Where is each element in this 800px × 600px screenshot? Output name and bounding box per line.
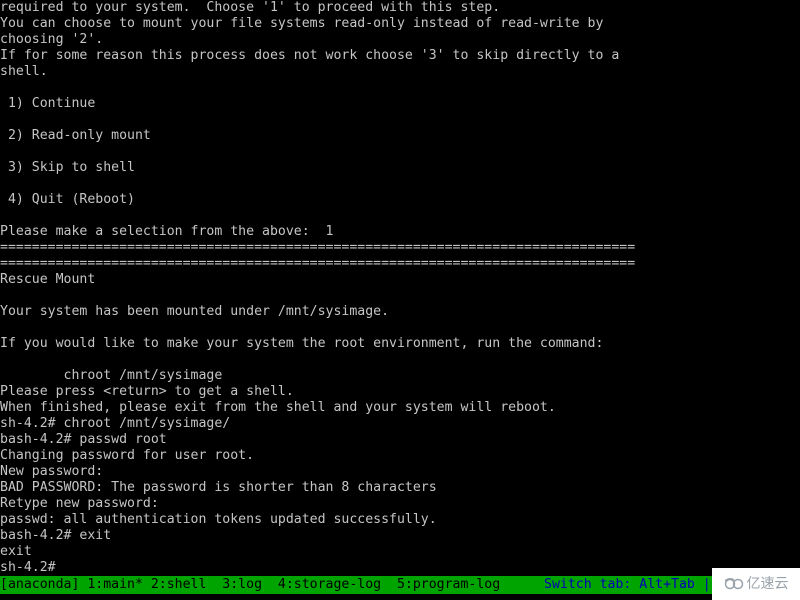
menu-option-skip-to-shell[interactable]: 3) Skip to shell [0, 160, 800, 176]
terminal-screen: required to your system. Choose '1' to p… [0, 0, 800, 600]
bad-password-warning: BAD PASSWORD: The password is shorter th… [0, 480, 437, 495]
console-output[interactable]: required to your system. Choose '1' to p… [0, 0, 800, 576]
console-line: exit [0, 544, 32, 559]
shell-prompt-active[interactable]: sh-4.2# [0, 560, 800, 576]
status-bar-window-list[interactable]: [anaconda] 1:main* 2:shell 3:log 4:stora… [0, 576, 500, 594]
console-line-blank [0, 208, 800, 224]
separator-rule: ========================================… [0, 240, 636, 255]
console-line: If for some reason this process does not… [0, 48, 620, 63]
selection-prompt[interactable]: Please make a selection from the above: … [0, 224, 800, 240]
console-line: Changing password for user root. [0, 448, 255, 463]
shell-prompt-line: bash-4.2# exit [0, 528, 112, 543]
watermark-overlay: 亿速云 [712, 568, 800, 600]
console-line: If you would like to make your system th… [0, 336, 604, 351]
menu-option-read-only-mount[interactable]: 2) Read-only mount [0, 128, 800, 144]
password-success-message: passwd: all authentication tokens update… [0, 512, 437, 527]
console-line: required to your system. Choose '1' to p… [0, 0, 501, 15]
console-line-blank [0, 112, 800, 128]
tmux-status-bar[interactable]: [anaconda] 1:main* 2:shell 3:log 4:stora… [0, 576, 800, 594]
shell-prompt-line: sh-4.2# chroot /mnt/sysimage/ [0, 416, 231, 431]
cloud-icon [724, 577, 743, 590]
separator-rule: ========================================… [0, 256, 636, 271]
password-prompt: New password: [0, 464, 104, 479]
console-line: When finished, please exit from the shel… [0, 400, 556, 415]
console-line-blank [0, 176, 800, 192]
menu-option-continue[interactable]: 1) Continue [0, 96, 800, 112]
watermark-text: 亿速云 [746, 576, 789, 592]
console-line: shell. [0, 64, 48, 79]
console-line: Please press <return> to get a shell. [0, 384, 294, 399]
console-line: You can choose to mount your file system… [0, 16, 604, 31]
console-line: choosing '2'. [0, 32, 104, 47]
console-line-blank [0, 288, 800, 304]
password-retype-prompt: Retype new password: [0, 496, 159, 511]
command-hint-chroot: chroot /mnt/sysimage [0, 368, 223, 383]
screen-bottom-filler [0, 594, 800, 600]
console-line-blank [0, 352, 800, 368]
section-title-rescue-mount: Rescue Mount [0, 272, 96, 287]
menu-option-quit-reboot[interactable]: 4) Quit (Reboot) [0, 192, 800, 208]
shell-prompt-line: bash-4.2# passwd root [0, 432, 167, 447]
console-line-blank [0, 80, 800, 96]
console-line-blank [0, 320, 800, 336]
console-line: Your system has been mounted under /mnt/… [0, 304, 390, 319]
console-line-blank [0, 144, 800, 160]
